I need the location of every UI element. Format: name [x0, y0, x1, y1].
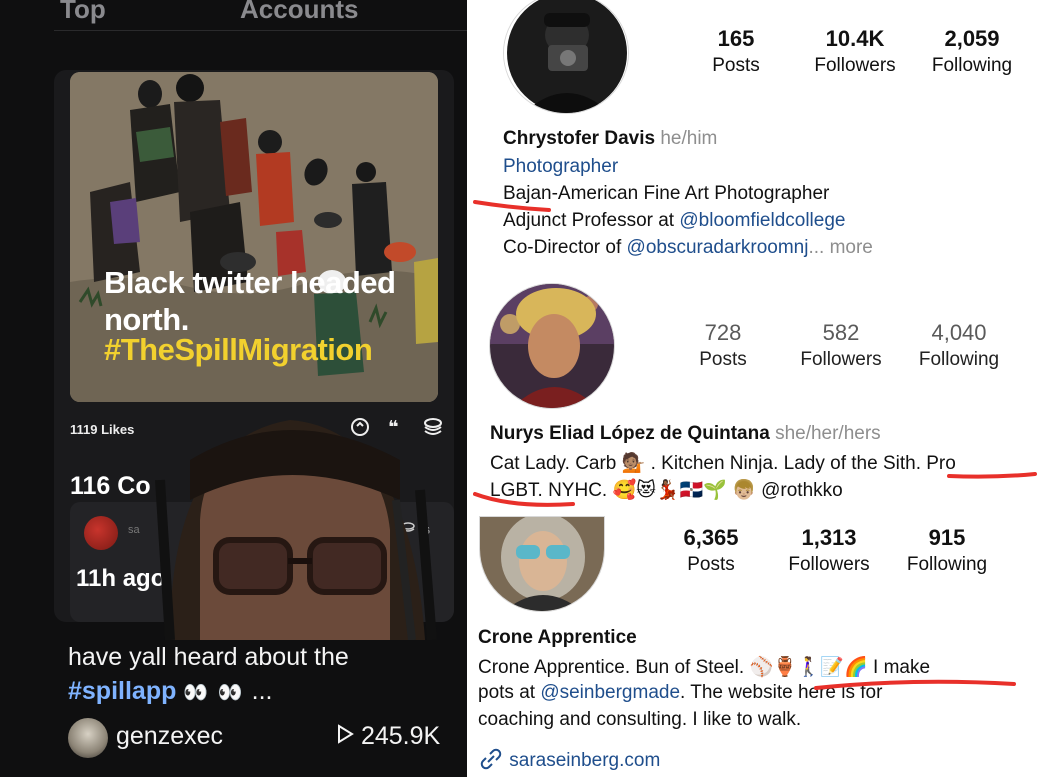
stat-following[interactable]: 2,059 Following [912, 26, 1032, 77]
website-link[interactable]: saraseinberg.com [478, 748, 660, 772]
annotation-underline [473, 200, 551, 212]
more-link[interactable]: ... more [808, 237, 872, 258]
pronouns: he/him [660, 128, 718, 149]
avatar[interactable] [479, 516, 605, 612]
avatar[interactable] [503, 0, 629, 114]
tab-divider [54, 30, 467, 31]
stat-followers[interactable]: 1,313 Followers [769, 525, 889, 576]
annotation-underline [814, 679, 1016, 690]
stat-followers[interactable]: 582 Followers [781, 320, 901, 371]
profile-screenshots: 165 Posts 10.4K Followers 2,059 Followin… [467, 0, 1053, 777]
avatar[interactable] [68, 718, 108, 758]
post-artwork: Black twitter headed north. #TheSpillMig… [70, 72, 438, 402]
bio-line: Cat Lady. Carb 💁🏽 . Kitchen Ninja. Lady … [490, 453, 956, 474]
creator-row[interactable]: genzexec 245.9K [68, 716, 458, 760]
mention-link[interactable]: @rothkko [761, 480, 843, 501]
tab-accounts[interactable]: Accounts [240, 0, 358, 25]
tab-top[interactable]: Top [60, 0, 106, 25]
mention-link[interactable]: @bloomfieldcollege [679, 210, 845, 231]
search-results-panel: Top Accounts Black twitter headed north.… [0, 0, 467, 777]
stat-posts[interactable]: 6,365 Posts [651, 525, 771, 576]
post-caption[interactable]: have yall heard about the #spillapp 👀 👀 … [68, 640, 349, 710]
annotation-underline [947, 472, 1037, 479]
play-icon [338, 724, 354, 744]
bio-line: Co-Director of @obscuradarkroomnj... mor… [503, 237, 873, 258]
mention-link[interactable]: @seinbergmade [540, 682, 680, 703]
view-count: 245.9K [336, 722, 440, 751]
post-art-hashtag: #TheSpillMigration [104, 332, 373, 367]
creator-username[interactable]: genzexec [116, 722, 223, 751]
pronouns: she/her/hers [775, 423, 881, 444]
stat-following[interactable]: 915 Following [887, 525, 1007, 576]
bio-line: coaching and consulting. I like to walk. [478, 709, 802, 730]
post-art-title: Black twitter headed north. [104, 265, 396, 337]
link-icon [480, 748, 502, 770]
profile-name: Nurys Eliad López de Quintana she/her/he… [490, 423, 881, 444]
profile-name: Crone Apprentice [478, 627, 637, 648]
stat-followers[interactable]: 10.4K Followers [795, 26, 915, 77]
comments-title: 116 Co [70, 472, 151, 500]
search-tabs: Top Accounts [0, 0, 467, 42]
avatar[interactable] [84, 516, 118, 550]
stat-following[interactable]: 4,040 Following [899, 320, 1019, 371]
stat-posts[interactable]: 728 Posts [663, 320, 783, 371]
creator-video-overlay [155, 420, 437, 640]
caption-ellipsis: ... [251, 677, 273, 705]
profile-category: Photographer [503, 156, 619, 177]
comment-username[interactable]: sa [128, 524, 140, 536]
profile-name: Chrystofer Davis he/him [503, 128, 718, 149]
bio-line: Adjunct Professor at @bloomfieldcollege [503, 210, 846, 231]
avatar[interactable] [489, 283, 615, 409]
likes-count: 1119 Likes [70, 422, 135, 437]
annotation-underline [473, 492, 575, 507]
caption-hashtag[interactable]: #spillapp [68, 677, 176, 705]
mention-link[interactable]: @obscuradarkroomnj [627, 237, 809, 258]
stat-posts[interactable]: 165 Posts [676, 26, 796, 77]
eyes-emoji: 👀 👀 [183, 682, 245, 704]
